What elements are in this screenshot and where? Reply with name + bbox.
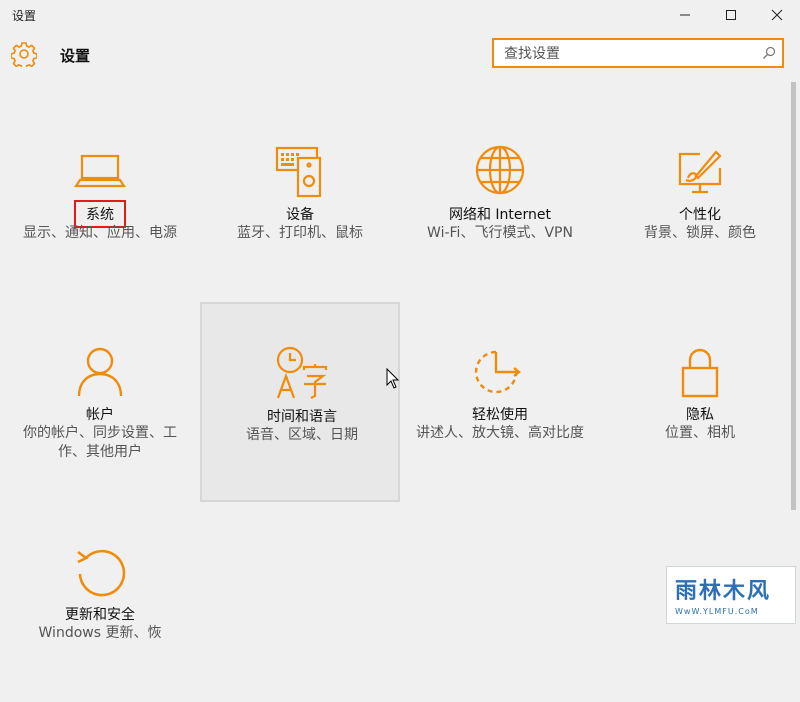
watermark-logo: 雨林木风 WwW.YLMFU.CoM: [666, 566, 796, 624]
tile-time-language[interactable]: 时间和语言 语音、区域、日期: [200, 302, 400, 502]
laptop-icon: [73, 154, 127, 188]
tile-personalization-label: 个性化: [679, 207, 721, 223]
user-icon: [77, 347, 123, 397]
tile-update-security-description: Windows 更新、恢: [38, 625, 162, 641]
devices-icon: [275, 146, 322, 198]
minimize-icon: [680, 14, 690, 16]
minimize-button[interactable]: [662, 0, 708, 30]
tile-accounts-description: 你的帐户、同步设置、工作、其他用户: [23, 425, 177, 460]
close-icon: [771, 9, 783, 21]
tile-system-description: 显示、通知、应用、电源: [23, 225, 177, 241]
tile-ease-of-access-description: 讲述人、放大镜、高对比度: [416, 425, 584, 441]
tile-ease-of-access[interactable]: 轻松使用 讲述人、放大镜、高对比度: [400, 302, 600, 502]
tile-devices-label: 设备: [286, 207, 314, 223]
maximize-button[interactable]: [708, 0, 754, 30]
search-input[interactable]: [502, 42, 756, 66]
ease-of-access-icon: [474, 350, 521, 394]
tile-devices-description: 蓝牙、打印机、鼠标: [237, 225, 363, 241]
tile-network-label: 网络和 Internet: [448, 207, 552, 223]
tile-accounts-label: 帐户: [86, 407, 114, 423]
gear-icon: [11, 42, 37, 67]
close-button[interactable]: [754, 0, 800, 30]
tile-update-security-label: 更新和安全: [65, 607, 135, 623]
tile-system[interactable]: 系统 显示、通知、应用、电源: [0, 102, 200, 302]
search-icon[interactable]: [762, 46, 776, 60]
title-bar: 设置: [0, 0, 800, 30]
tile-network[interactable]: 网络和 Internet Wi-Fi、飞行模式、VPN: [400, 102, 600, 302]
tile-accounts[interactable]: 帐户 你的帐户、同步设置、工作、其他用户: [0, 302, 200, 502]
tile-privacy[interactable]: 隐私 位置、相机: [600, 302, 800, 502]
tile-time-language-label: 时间和语言: [267, 409, 337, 425]
window-title: 设置: [12, 9, 37, 23]
mouse-cursor-icon: [386, 368, 400, 389]
maximize-icon: [726, 10, 736, 20]
page-title: 设置: [60, 47, 91, 65]
tile-network-description: Wi-Fi、飞行模式、VPN: [427, 225, 573, 241]
watermark-logo-text: 雨林木风: [675, 579, 772, 604]
tile-ease-of-access-label: 轻松使用: [472, 407, 528, 423]
tile-devices[interactable]: 设备 蓝牙、打印机、鼠标: [200, 102, 400, 302]
tile-time-language-description: 语音、区域、日期: [246, 427, 358, 443]
time-language-icon: [276, 346, 328, 399]
globe-icon: [475, 145, 525, 195]
lock-icon: [681, 348, 719, 398]
personalization-icon: [678, 150, 722, 194]
tile-privacy-description: 位置、相机: [665, 425, 735, 441]
tile-personalization-description: 背景、锁屏、颜色: [644, 225, 756, 241]
update-icon: [77, 549, 126, 597]
tile-update-security[interactable]: 更新和安全 Windows 更新、恢: [0, 502, 200, 702]
search-box[interactable]: [492, 38, 784, 68]
watermark-url: WwW.YLMFU.CoM: [675, 607, 759, 616]
tile-personalization[interactable]: 个性化 背景、锁屏、颜色: [600, 102, 800, 302]
tile-privacy-label: 隐私: [686, 407, 714, 423]
